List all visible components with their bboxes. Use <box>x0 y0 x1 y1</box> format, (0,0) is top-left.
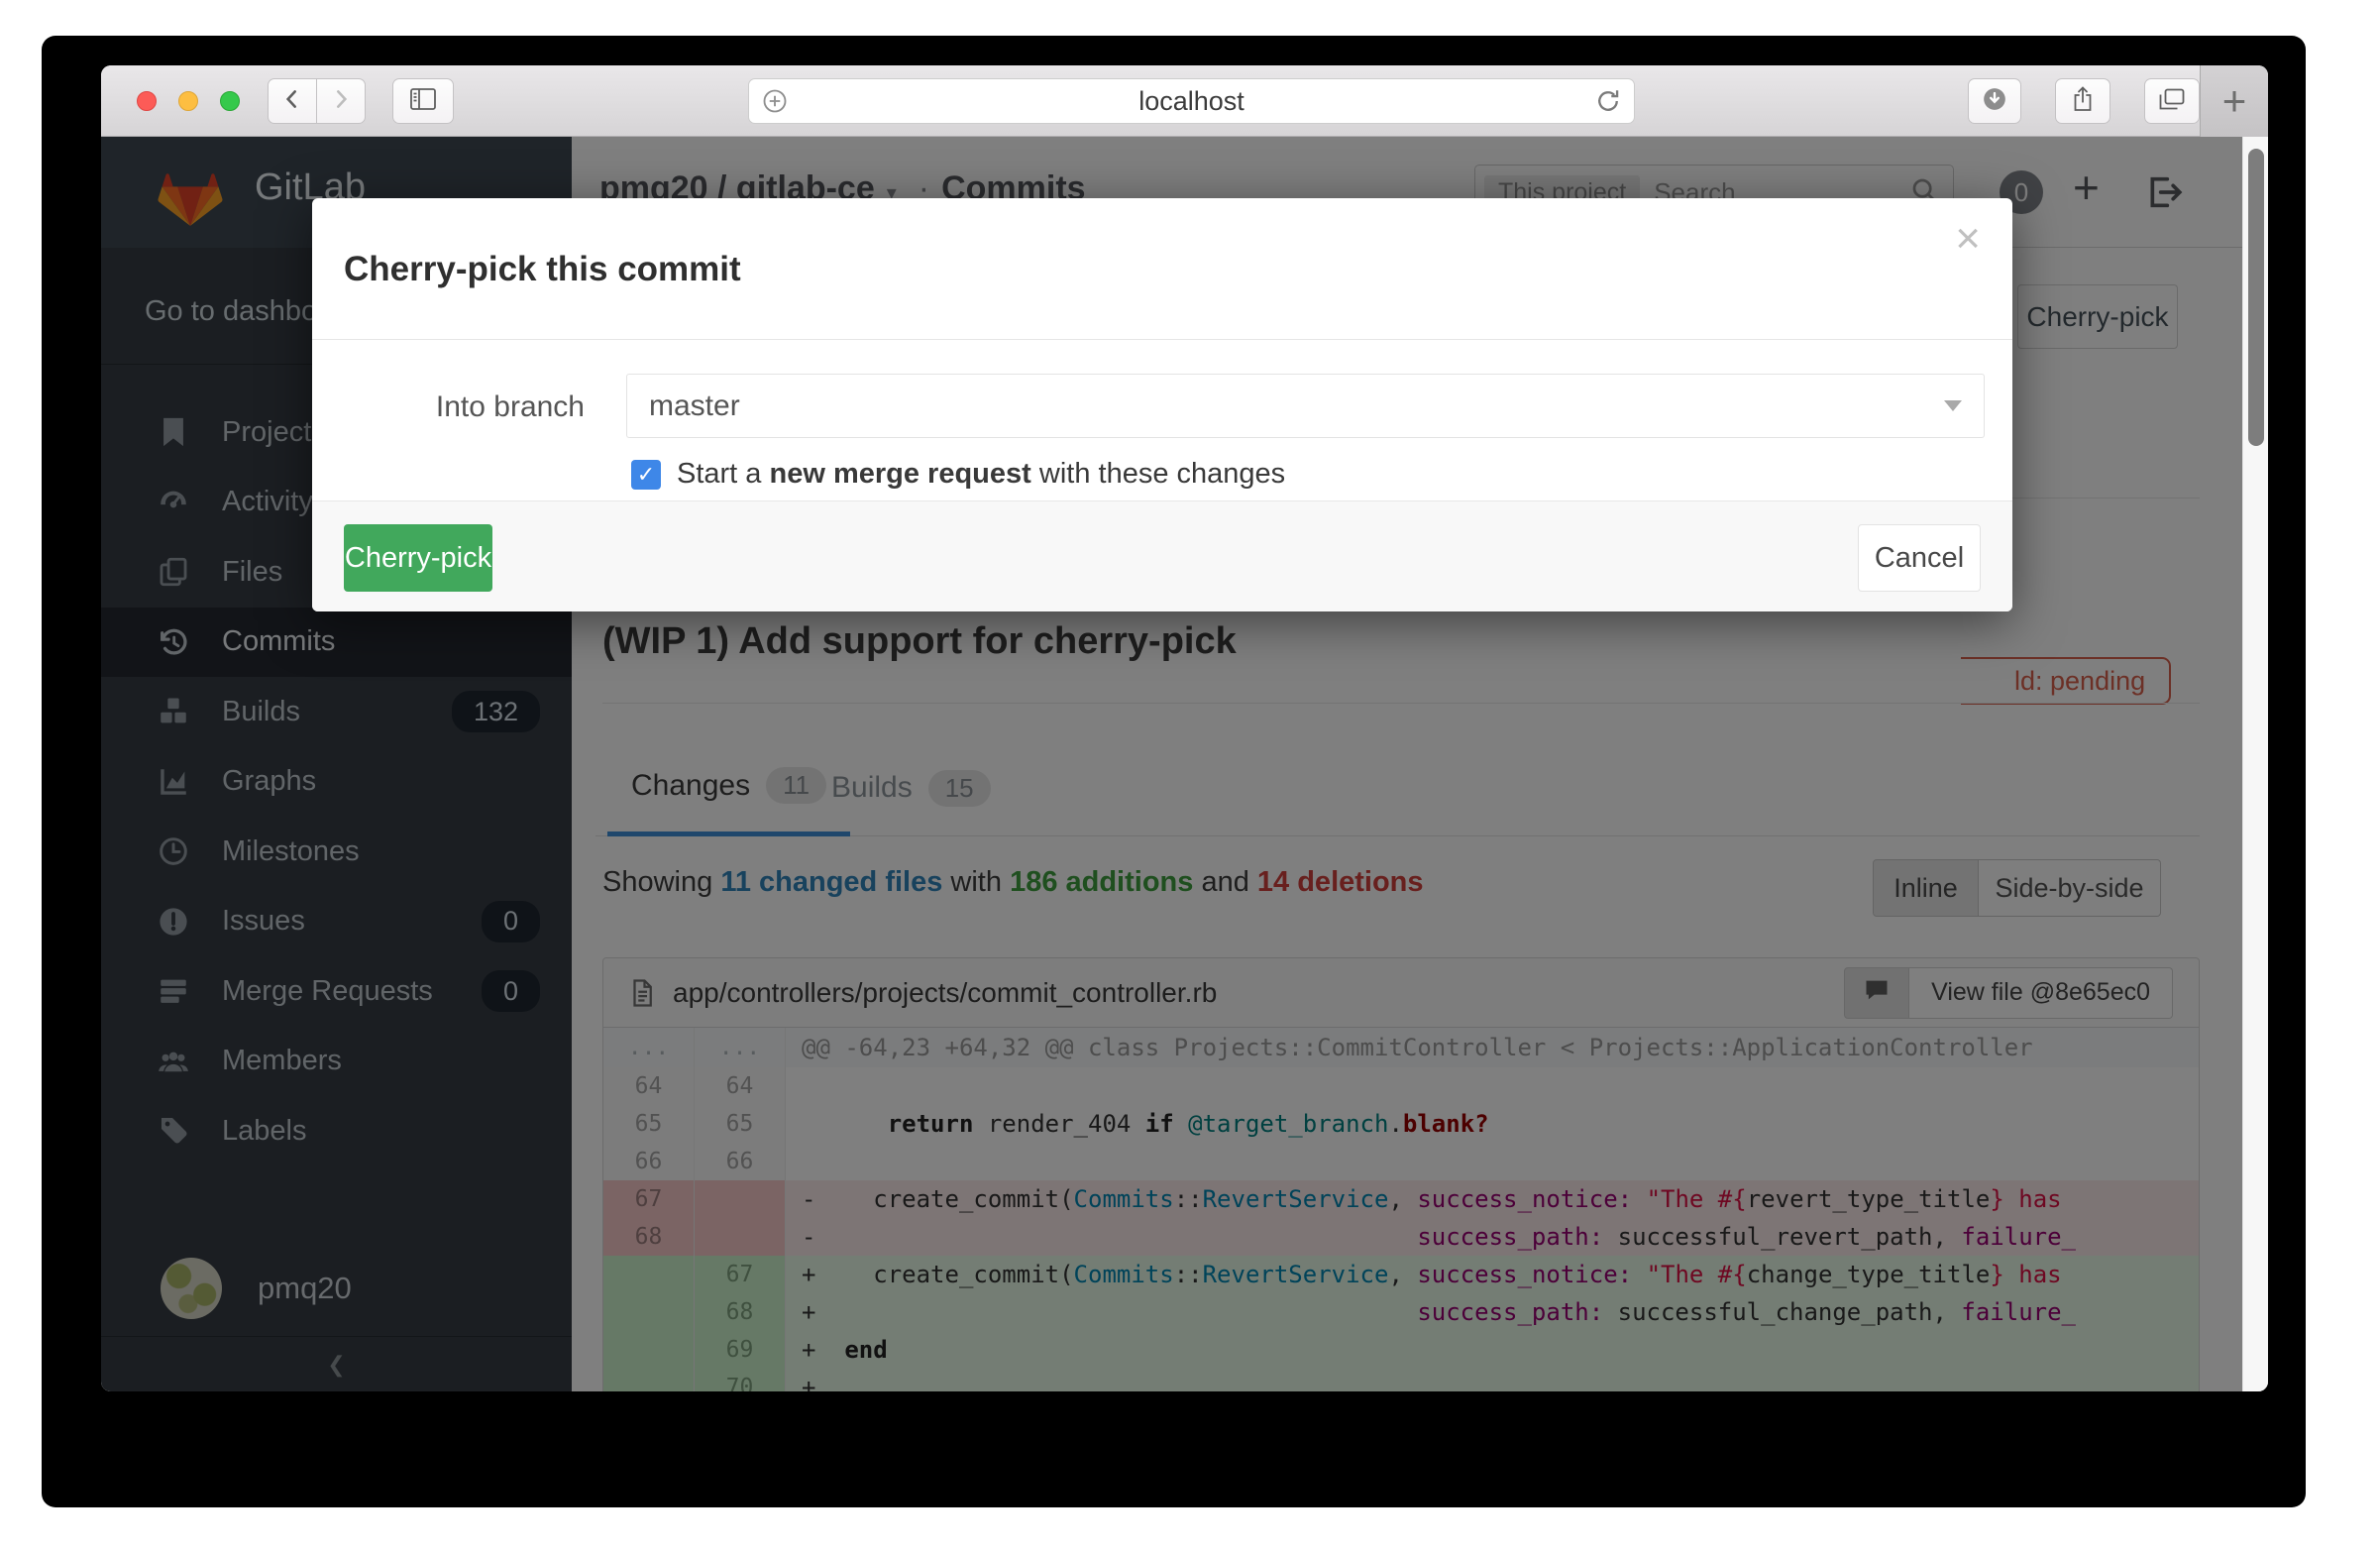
reader-plus-icon[interactable] <box>761 87 789 115</box>
cherry-pick-modal: Cherry-pick this commit × Into branch ma… <box>312 198 2012 611</box>
minimize-window-button[interactable] <box>178 91 198 111</box>
new-tab-label: + <box>2222 77 2247 125</box>
downloads-button[interactable] <box>1968 78 2021 124</box>
cherry-pick-submit-button[interactable]: Cherry-pick <box>344 524 492 592</box>
screenshot-stage: localhost + <box>0 0 2380 1552</box>
browser-window: localhost + <box>101 65 2268 1391</box>
close-window-button[interactable] <box>137 91 157 111</box>
back-icon <box>279 86 305 117</box>
url-text: localhost <box>749 86 1634 117</box>
into-branch-label: Into branch <box>420 390 585 424</box>
merge-request-checkbox-label[interactable]: Start a new merge request with these cha… <box>677 458 1285 491</box>
tabs-overview-icon <box>2159 86 2185 117</box>
download-icon <box>1982 86 2007 117</box>
close-icon[interactable]: × <box>1955 214 1981 264</box>
chevron-down-icon <box>1944 400 1962 411</box>
browser-titlebar: localhost + <box>101 65 2268 137</box>
tab-overview-button[interactable] <box>2144 78 2200 124</box>
checkbox-text-pre: Start a <box>677 458 770 490</box>
checkbox-text-post: with these changes <box>1031 458 1285 490</box>
sidebar-toggle-button[interactable] <box>392 78 454 124</box>
cancel-button[interactable]: Cancel <box>1858 524 1981 592</box>
page-viewport: GitLab pmq20 / gitlab-ce▾·Commits This p… <box>101 137 2268 1391</box>
modal-footer: Cherry-pick Cancel <box>312 500 2012 611</box>
checkbox-text-bold: new merge request <box>770 458 1031 490</box>
scrollbar-thumb[interactable] <box>2248 149 2264 446</box>
modal-header-divider <box>312 339 2012 340</box>
sidebar-toggle-icon <box>410 86 436 117</box>
scrollbar[interactable] <box>2242 137 2268 1391</box>
new-tab-button[interactable]: + <box>2200 65 2268 137</box>
forward-button[interactable] <box>316 78 366 124</box>
merge-request-checkbox[interactable]: ✓ <box>631 460 661 490</box>
back-button[interactable] <box>268 78 317 124</box>
share-icon <box>2070 86 2096 117</box>
share-button[interactable] <box>2055 78 2110 124</box>
branch-select[interactable]: master <box>626 374 1985 438</box>
address-bar[interactable]: localhost <box>748 78 1635 124</box>
branch-select-value: master <box>649 389 740 423</box>
modal-title: Cherry-pick this commit <box>344 250 741 289</box>
zoom-window-button[interactable] <box>220 91 240 111</box>
forward-icon <box>328 86 354 117</box>
reload-icon[interactable] <box>1594 87 1622 115</box>
